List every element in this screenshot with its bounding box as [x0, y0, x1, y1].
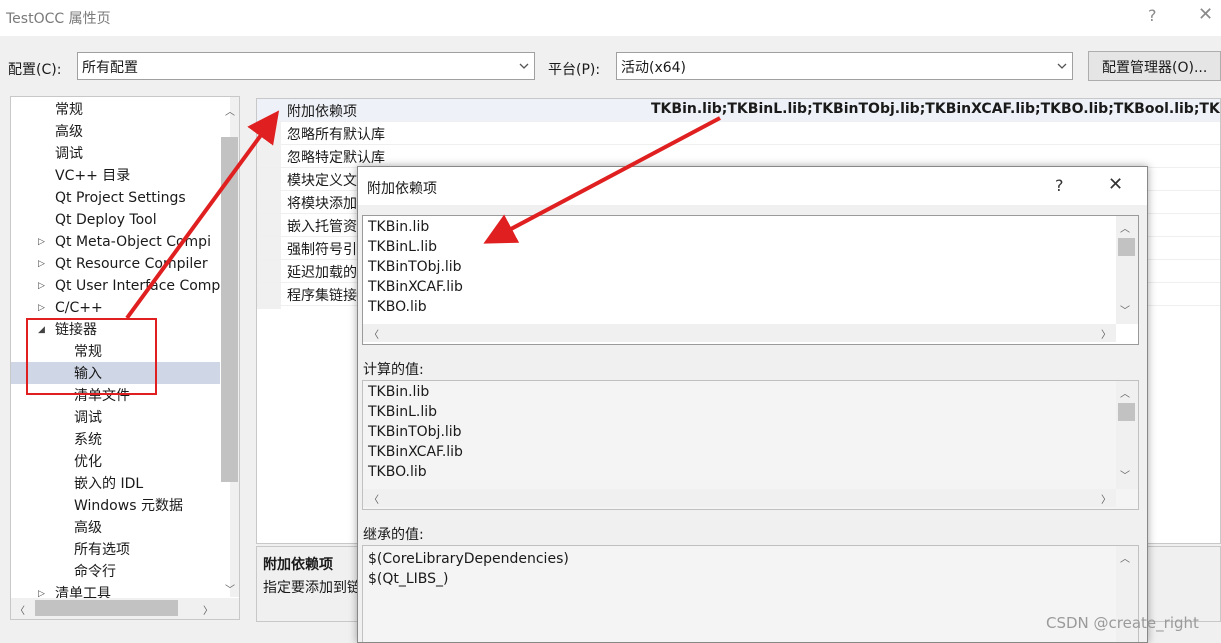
- annotation-arrows: [125, 110, 721, 320]
- annotation-arrow: [125, 110, 280, 320]
- annotation-arrow: [483, 116, 721, 244]
- watermark: CSDN @create_right: [1046, 614, 1199, 632]
